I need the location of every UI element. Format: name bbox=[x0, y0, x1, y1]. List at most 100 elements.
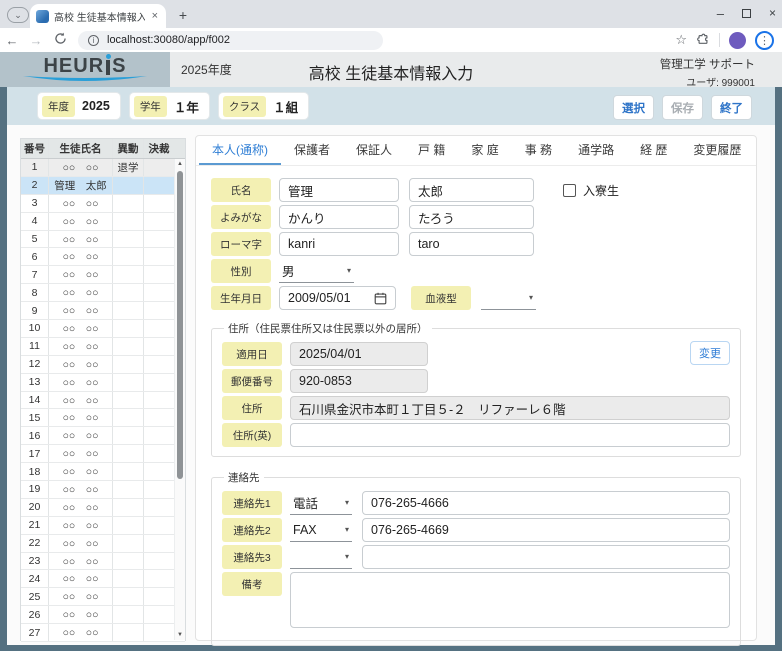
address-en-input[interactable] bbox=[290, 423, 730, 447]
family-romaji-input[interactable]: kanri bbox=[279, 232, 399, 256]
forward-icon[interactable]: → bbox=[24, 33, 48, 48]
tab-item[interactable]: 経 歴 bbox=[627, 136, 680, 165]
scroll-down-icon[interactable]: ▼ bbox=[175, 632, 185, 638]
roster-row[interactable]: 13○○ ○○ bbox=[21, 374, 185, 392]
roster-cell-name: ○○ ○○ bbox=[49, 624, 113, 641]
roster-row[interactable]: 3○○ ○○ bbox=[21, 195, 185, 213]
family-name-input[interactable]: 管理 bbox=[279, 178, 399, 202]
roster-row[interactable]: 12○○ ○○ bbox=[21, 356, 185, 374]
roster-row[interactable]: 16○○ ○○ bbox=[21, 427, 185, 445]
roster-row[interactable]: 11○○ ○○ bbox=[21, 338, 185, 356]
new-tab-button[interactable]: + bbox=[174, 6, 192, 24]
roster-row[interactable]: 17○○ ○○ bbox=[21, 445, 185, 463]
roster-row[interactable]: 1○○ ○○退学 bbox=[21, 159, 185, 177]
tab-item[interactable]: 保護者 bbox=[281, 136, 343, 165]
roster-row[interactable]: 6○○ ○○ bbox=[21, 248, 185, 266]
roster-row[interactable]: 7○○ ○○ bbox=[21, 266, 185, 284]
roster-cell-move bbox=[113, 427, 144, 444]
roster-cell-name: ○○ ○○ bbox=[49, 606, 113, 623]
chevron-down-icon: ▾ bbox=[345, 552, 349, 561]
profile-avatar[interactable] bbox=[729, 32, 746, 49]
roster-cell-move bbox=[113, 302, 144, 319]
given-name-input[interactable]: 太郎 bbox=[409, 178, 534, 202]
close-icon[interactable]: × bbox=[769, 6, 776, 20]
roster-cell-name: ○○ ○○ bbox=[49, 284, 113, 301]
contact-type-select[interactable]: ▾ bbox=[290, 546, 352, 569]
roster-row[interactable]: 8○○ ○○ bbox=[21, 284, 185, 302]
roster-row[interactable]: 25○○ ○○ bbox=[21, 588, 185, 606]
roster-row[interactable]: 9○○ ○○ bbox=[21, 302, 185, 320]
tab-item[interactable]: 本人(通称) bbox=[199, 136, 281, 165]
site-info-icon[interactable]: i bbox=[88, 35, 99, 46]
back-icon[interactable]: ← bbox=[0, 33, 24, 48]
contact-value-input[interactable]: 076-265-4666 bbox=[362, 491, 730, 515]
roster-cell-name: ○○ ○○ bbox=[49, 445, 113, 462]
tab-close-icon[interactable]: × bbox=[150, 10, 160, 22]
action-button[interactable]: 選択 bbox=[613, 95, 654, 120]
tab-search-icon[interactable]: ⌄ bbox=[7, 7, 29, 23]
browser-tab[interactable]: 高校 生徒基本情報入力 - HEUR × bbox=[30, 4, 166, 28]
contact-row: 連絡先3▾ bbox=[222, 545, 730, 569]
roster-row[interactable]: 5○○ ○○ bbox=[21, 231, 185, 249]
tab-item[interactable]: 戸 籍 bbox=[405, 136, 458, 165]
contact-value-input[interactable] bbox=[362, 545, 730, 569]
roster-cell-move bbox=[113, 338, 144, 355]
roster-row[interactable]: 18○○ ○○ bbox=[21, 463, 185, 481]
roster-row[interactable]: 27○○ ○○ bbox=[21, 624, 185, 642]
gender-select[interactable]: 男 ▾ bbox=[279, 260, 354, 283]
contact-type-select[interactable]: FAX▾ bbox=[290, 519, 352, 542]
calendar-icon[interactable] bbox=[374, 292, 387, 305]
contact-type-select[interactable]: 電話▾ bbox=[290, 492, 352, 515]
tab-item[interactable]: 事 務 bbox=[512, 136, 565, 165]
tab-item[interactable]: 保証人 bbox=[343, 136, 405, 165]
family-kana-input[interactable]: かんり bbox=[279, 205, 399, 229]
roster-cell-no: 13 bbox=[21, 374, 49, 391]
filter-chip[interactable]: 学年１年 bbox=[130, 93, 209, 119]
tab-item[interactable]: 家 庭 bbox=[458, 136, 511, 165]
action-button[interactable]: 終了 bbox=[711, 95, 752, 120]
minimize-icon[interactable]: – bbox=[717, 6, 724, 21]
roster-row[interactable]: 23○○ ○○ bbox=[21, 553, 185, 571]
blood-type-select[interactable]: ▾ bbox=[481, 287, 536, 310]
roster-cell-move bbox=[113, 588, 144, 605]
roster-scrollbar[interactable]: ▲ ▼ bbox=[174, 159, 185, 640]
filter-chip[interactable]: 年度2025 bbox=[38, 93, 120, 119]
maximize-icon[interactable] bbox=[742, 9, 751, 18]
change-address-button[interactable]: 変更 bbox=[690, 341, 730, 365]
roster-row[interactable]: 21○○ ○○ bbox=[21, 517, 185, 535]
note-textarea[interactable] bbox=[290, 572, 730, 628]
url-bar[interactable]: i localhost:30080/app/f002 bbox=[78, 31, 383, 50]
scroll-up-icon[interactable]: ▲ bbox=[175, 161, 185, 167]
roster-cell-move bbox=[113, 624, 144, 641]
roster-cell-no: 20 bbox=[21, 499, 49, 516]
roster-row[interactable]: 22○○ ○○ bbox=[21, 535, 185, 553]
roster-cell-move bbox=[113, 570, 144, 587]
roster-row[interactable]: 24○○ ○○ bbox=[21, 570, 185, 588]
roster-row[interactable]: 10○○ ○○ bbox=[21, 320, 185, 338]
reload-icon[interactable] bbox=[48, 32, 72, 48]
roster-cell-name: ○○ ○○ bbox=[49, 302, 113, 319]
roster-row[interactable]: 14○○ ○○ bbox=[21, 392, 185, 410]
roster-cell-move bbox=[113, 606, 144, 623]
roster-row[interactable]: 19○○ ○○ bbox=[21, 481, 185, 499]
dormitory-checkbox[interactable] bbox=[563, 184, 576, 197]
tab-item[interactable]: 変更履歴 bbox=[680, 136, 754, 165]
bookmark-star-icon[interactable]: ☆ bbox=[675, 32, 687, 48]
roster-row[interactable]: 20○○ ○○ bbox=[21, 499, 185, 517]
birth-date-input[interactable]: 2009/05/01 bbox=[279, 286, 396, 310]
roster-row[interactable]: 4○○ ○○ bbox=[21, 213, 185, 231]
roster-row[interactable]: 15○○ ○○ bbox=[21, 409, 185, 427]
scrollbar-thumb[interactable] bbox=[177, 171, 183, 479]
extensions-icon[interactable] bbox=[696, 33, 710, 47]
given-kana-input[interactable]: たろう bbox=[409, 205, 534, 229]
roster-row[interactable]: 2管理 太郎 bbox=[21, 177, 185, 195]
browser-menu-icon[interactable]: ⋮ bbox=[755, 31, 774, 50]
contact-value-input[interactable]: 076-265-4669 bbox=[362, 518, 730, 542]
tab-item[interactable]: 通学路 bbox=[565, 136, 627, 165]
given-romaji-input[interactable]: taro bbox=[409, 232, 534, 256]
roster-cell-move bbox=[113, 231, 144, 248]
roster-cell-approval bbox=[144, 499, 174, 516]
filter-chip[interactable]: クラス１組 bbox=[219, 93, 308, 119]
roster-cell-move bbox=[113, 392, 144, 409]
roster-row[interactable]: 26○○ ○○ bbox=[21, 606, 185, 624]
